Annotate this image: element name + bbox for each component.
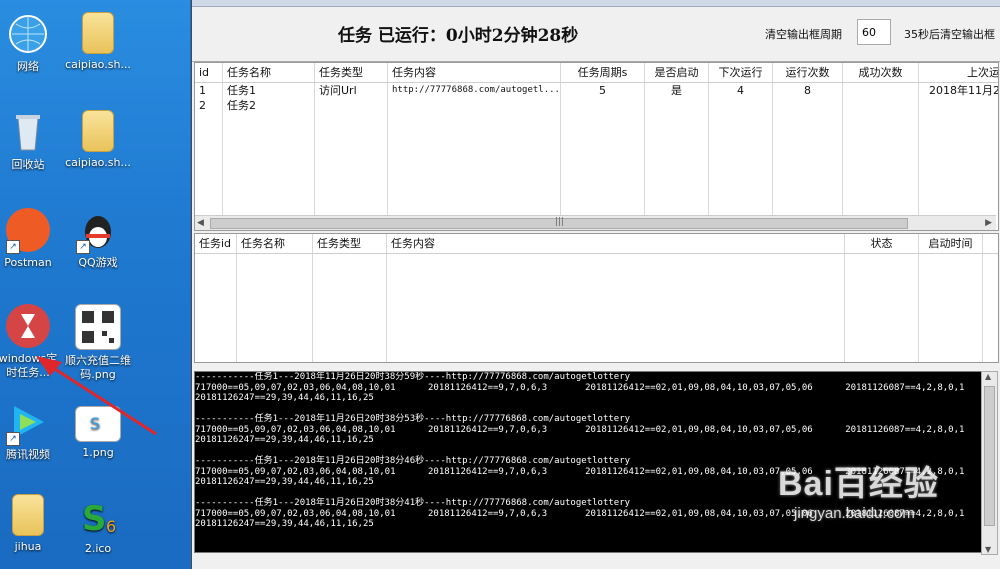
cell-id: 1: [195, 83, 223, 98]
shortcut-arrow-icon: ↗: [6, 240, 20, 254]
shortcut-arrow-icon: ↗: [76, 240, 90, 254]
scroll-thumb[interactable]: [984, 386, 995, 526]
qr-image-icon: [75, 304, 121, 350]
column-header[interactable]: 下次运行: [709, 63, 773, 82]
column-header[interactable]: 任务类型: [313, 234, 387, 253]
cell-task-content: http://77776868.com/autogetl...: [388, 83, 561, 98]
console-vertical-scrollbar[interactable]: ▲ ▼: [981, 371, 998, 555]
console-line: 717000==05,09,07,02,03,06,04,08,10,01 20…: [195, 424, 965, 435]
desktop-icon-folder-1[interactable]: caipiao.sh...: [56, 110, 140, 170]
cell-enabled: 是: [645, 83, 709, 98]
clear-countdown-label: 35秒后清空输出框: [904, 28, 995, 41]
column-header[interactable]: 成功次数: [843, 63, 919, 82]
network-icon: [6, 12, 50, 56]
postman-icon: ↗: [6, 208, 50, 254]
column-header[interactable]: 任务类型: [315, 63, 388, 82]
column-header[interactable]: 是否启动: [645, 63, 709, 82]
scroll-left-icon[interactable]: ◀: [197, 218, 204, 228]
run-status: 任务 已运行：0小时2分钟28秒: [338, 26, 579, 46]
column-header[interactable]: 启动时间: [919, 234, 983, 253]
desktop-icon-png-1[interactable]: S 1.png: [56, 400, 140, 460]
desktop-icon-qr-png[interactable]: 顺六充值二维 码.png: [56, 304, 140, 382]
top-toolbar: 任务 已运行：0小时2分钟28秒 清空输出框周期 60 35秒后清空输出框: [192, 7, 1000, 62]
cell-success-count: ​: [843, 83, 919, 98]
svg-text:S: S: [90, 414, 100, 433]
watermark-url: jingyan.baidu.com: [794, 505, 915, 522]
column-header[interactable]: 状态: [845, 234, 919, 253]
console-line: -----------任务1---2018年11月26日20时38分59秒---…: [195, 372, 631, 382]
cell-task-name: 任务1: [223, 83, 315, 98]
task-grid-header: id 任务名称 任务类型 任务内容 任务周期s 是否启动 下次运行 运行次数 成…: [195, 63, 998, 83]
cell-task-type: 访问Url: [315, 83, 388, 98]
desktop-icon-ico[interactable]: S6 2.ico: [56, 494, 140, 556]
desktop: 网络 caipiao.sh... 回收站 caipiao.sh... ↗ Pos…: [0, 0, 190, 569]
column-header[interactable]: 任务内容: [388, 63, 561, 82]
cell-run-count: 8: [773, 83, 843, 98]
scroll-down-icon[interactable]: ▼: [985, 545, 991, 554]
column-header[interactable]: 任务周期s: [561, 63, 645, 82]
cell-last-run: 2018年11月26: [919, 83, 998, 98]
column-header[interactable]: id: [195, 63, 223, 82]
qq-games-icon: ↗: [76, 208, 120, 254]
svg-text:S: S: [82, 499, 107, 538]
console-line: ​: [195, 446, 981, 457]
horizontal-scrollbar[interactable]: ◀ ||| ▶: [195, 215, 996, 230]
tencent-video-icon: ↗: [6, 400, 50, 446]
shortcut-arrow-icon: ↗: [6, 432, 20, 446]
column-header[interactable]: 运行次数: [773, 63, 843, 82]
clear-period-label: 清空输出框周期: [765, 28, 842, 41]
scroll-right-icon[interactable]: ▶: [985, 218, 992, 228]
image-icon: S: [75, 406, 121, 442]
s6-icon: S6: [76, 494, 120, 539]
cell-period: 5: [561, 83, 645, 98]
watermark-brand: Bai百经验: [778, 465, 939, 503]
cell-next-run: 4: [709, 83, 773, 98]
folder-icon: [12, 494, 44, 536]
folder-icon: [82, 110, 114, 152]
console-line: 20181126247==29,39,44,46,11,16,25: [195, 435, 374, 445]
desktop-icon-qq-games[interactable]: ↗ QQ游戏: [56, 208, 140, 270]
column-header[interactable]: 任务名称: [223, 63, 315, 82]
cell-id: 2: [195, 98, 223, 113]
cell-task-name: 任务2: [223, 98, 315, 113]
recycle-bin-icon: [6, 110, 50, 154]
task-grid[interactable]: id 任务名称 任务类型 任务内容 任务周期s 是否启动 下次运行 运行次数 成…: [194, 62, 999, 231]
column-header[interactable]: 任务id: [195, 234, 237, 253]
svg-text:6: 6: [106, 517, 116, 536]
scroll-up-icon[interactable]: ▲: [985, 372, 991, 381]
desktop-icon-file-1[interactable]: caipiao.sh...: [56, 12, 140, 72]
baidu-watermark: Bai百经验 jingyan.baidu.com: [778, 456, 939, 522]
console-line: 20181126247==29,39,44,46,11,16,25: [195, 393, 374, 403]
running-grid-header: 任务id 任务名称 任务类型 任务内容 状态 启动时间: [195, 234, 998, 254]
console-line: ​: [195, 404, 981, 415]
clear-period-input[interactable]: 60: [857, 19, 891, 45]
column-header[interactable]: 上次运: [919, 63, 998, 82]
table-row[interactable]: 1 任务1 访问Url http://77776868.com/autogetl…: [195, 83, 998, 98]
hourglass-icon: [6, 304, 50, 348]
grip-icon: |||: [555, 217, 565, 227]
console-line: 717000==05,09,07,02,03,06,04,08,10,01 20…: [195, 382, 965, 393]
window-titlebar[interactable]: [192, 0, 1000, 7]
table-row[interactable]: 2 任务2: [195, 98, 998, 113]
console-line: -----------任务1---2018年11月26日20时38分53秒---…: [195, 414, 631, 424]
running-task-grid[interactable]: 任务id 任务名称 任务类型 任务内容 状态 启动时间: [194, 233, 999, 363]
column-header[interactable]: 任务内容: [387, 234, 845, 253]
column-header[interactable]: 任务名称: [237, 234, 313, 253]
file-icon: [82, 12, 114, 54]
scroll-thumb[interactable]: |||: [210, 217, 908, 229]
